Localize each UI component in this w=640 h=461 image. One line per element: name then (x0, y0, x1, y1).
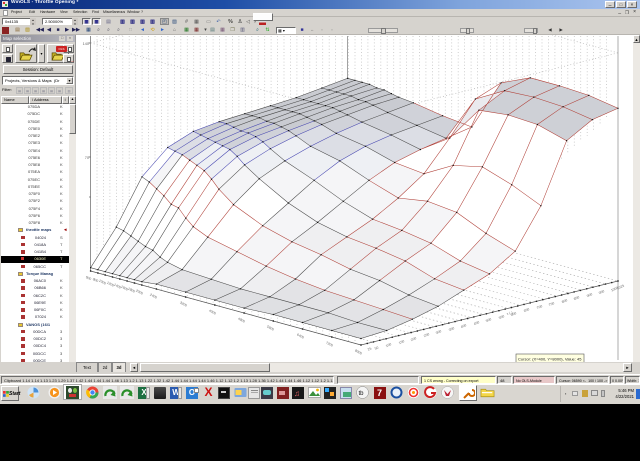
svg-text:950: 950 (598, 289, 605, 295)
svg-text:200: 200 (410, 336, 417, 342)
svg-text:800: 800 (561, 298, 568, 304)
svg-text:6400: 6400 (296, 333, 305, 340)
svg-text:250: 250 (423, 332, 430, 338)
svg-text:8000: 8000 (354, 349, 363, 356)
svg-text:450: 450 (473, 320, 480, 326)
svg-text:7200: 7200 (325, 341, 334, 348)
svg-text:4000: 4000 (208, 309, 217, 316)
svg-text:700: 700 (536, 304, 543, 310)
svg-text:100: 100 (385, 342, 392, 348)
svg-text:5600: 5600 (266, 325, 275, 332)
svg-text:500: 500 (485, 317, 492, 323)
svg-text:Cursor: (X=400, Y=8000), Value: Cursor: (X=400, Y=8000), Value: 45 (518, 357, 582, 362)
svg-text:140: 140 (83, 42, 89, 46)
svg-text:650: 650 (523, 307, 530, 313)
svg-text:2400: 2400 (149, 293, 158, 300)
svg-text:tb: tb (359, 391, 365, 397)
svg-text:2000: 2000 (135, 289, 144, 296)
svg-text:50: 50 (374, 345, 379, 350)
svg-text:1000: 1000 (98, 279, 107, 286)
svg-text:1800: 1800 (127, 287, 136, 294)
svg-text:25: 25 (367, 346, 372, 351)
svg-text:800: 800 (92, 277, 99, 283)
svg-text:750: 750 (548, 301, 555, 307)
svg-text:400: 400 (460, 323, 467, 329)
svg-text:350: 350 (448, 326, 455, 332)
svg-text:150: 150 (398, 339, 405, 345)
svg-text:4800: 4800 (237, 317, 246, 324)
svg-text:600: 600 (85, 275, 92, 281)
svg-text:70: 70 (85, 156, 89, 160)
svg-text:550: 550 (498, 314, 505, 320)
svg-text:3200: 3200 (179, 301, 188, 308)
svg-text:850: 850 (573, 295, 580, 301)
svg-text:900: 900 (586, 292, 593, 298)
svg-text:300: 300 (435, 329, 442, 335)
